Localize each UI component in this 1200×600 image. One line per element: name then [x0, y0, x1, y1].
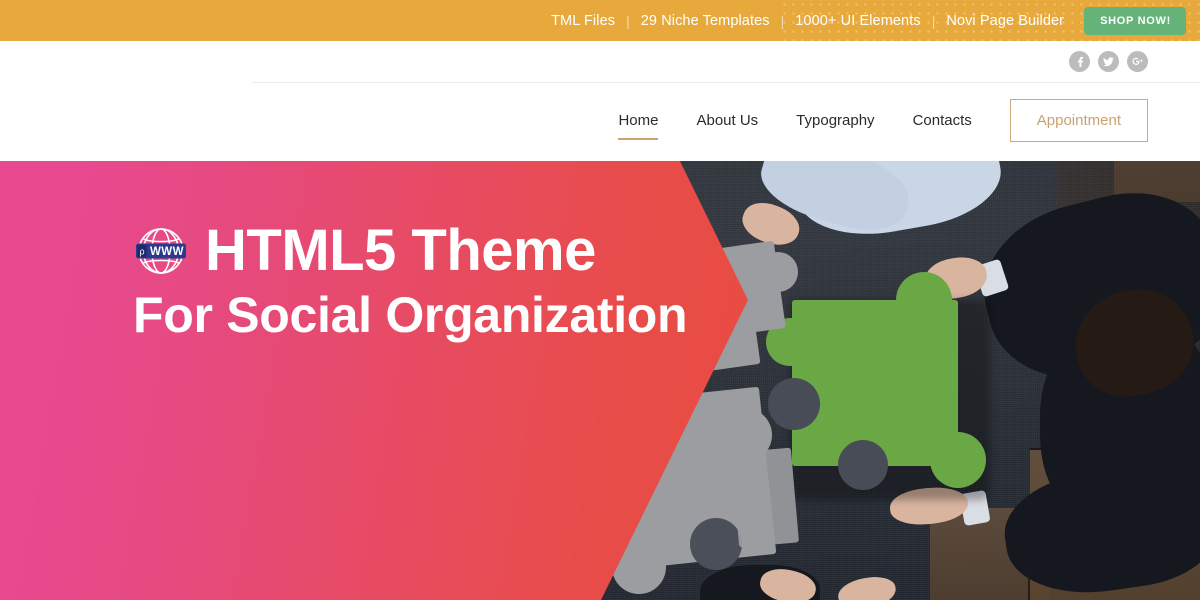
- shop-now-button[interactable]: SHOP NOW!: [1084, 6, 1186, 35]
- main-navigation: Home About Us Typography Contacts Appoin…: [618, 99, 1148, 142]
- nav-item-contacts[interactable]: Contacts: [913, 106, 972, 135]
- nav-item-typography[interactable]: Typography: [796, 106, 874, 135]
- promo-separator: |: [626, 12, 630, 29]
- promo-separator: |: [931, 12, 936, 29]
- promo-item-ui-elements: 1000+ UI Elements: [795, 12, 921, 29]
- hero-content: ρ WWW HTML5 Theme For Social Organizatio…: [0, 222, 720, 345]
- globe-www-icon: ρ WWW: [133, 223, 189, 279]
- facebook-icon[interactable]: [1069, 51, 1090, 72]
- promo-bar: TML Files | 29 Niche Templates | 1000+ U…: [0, 0, 1200, 41]
- nav-item-about-us[interactable]: About Us: [696, 106, 758, 135]
- promo-separator: |: [780, 12, 785, 29]
- hero-title-line-2: For Social Organization: [133, 287, 688, 343]
- nav-item-home[interactable]: Home: [618, 106, 659, 140]
- promo-item-page-builder: Novi Page Builder: [946, 12, 1065, 29]
- svg-text:WWW: WWW: [150, 246, 184, 258]
- hero-title-line-1: HTML5 Theme: [205, 218, 596, 283]
- social-links: [1069, 51, 1148, 72]
- google-plus-icon[interactable]: [1127, 51, 1148, 72]
- svg-text:ρ: ρ: [139, 247, 144, 257]
- appointment-button[interactable]: Appointment: [1009, 99, 1148, 142]
- hero-banner: ρ WWW HTML5 Theme For Social Organizatio…: [0, 0, 1200, 600]
- promo-item-niche-templates: 29 Niche Templates: [640, 12, 770, 29]
- twitter-icon[interactable]: [1098, 51, 1119, 72]
- header-divider: [252, 82, 1200, 83]
- site-header: Home About Us Typography Contacts Appoin…: [0, 41, 1200, 161]
- promo-item-html-files: TML Files: [551, 12, 616, 29]
